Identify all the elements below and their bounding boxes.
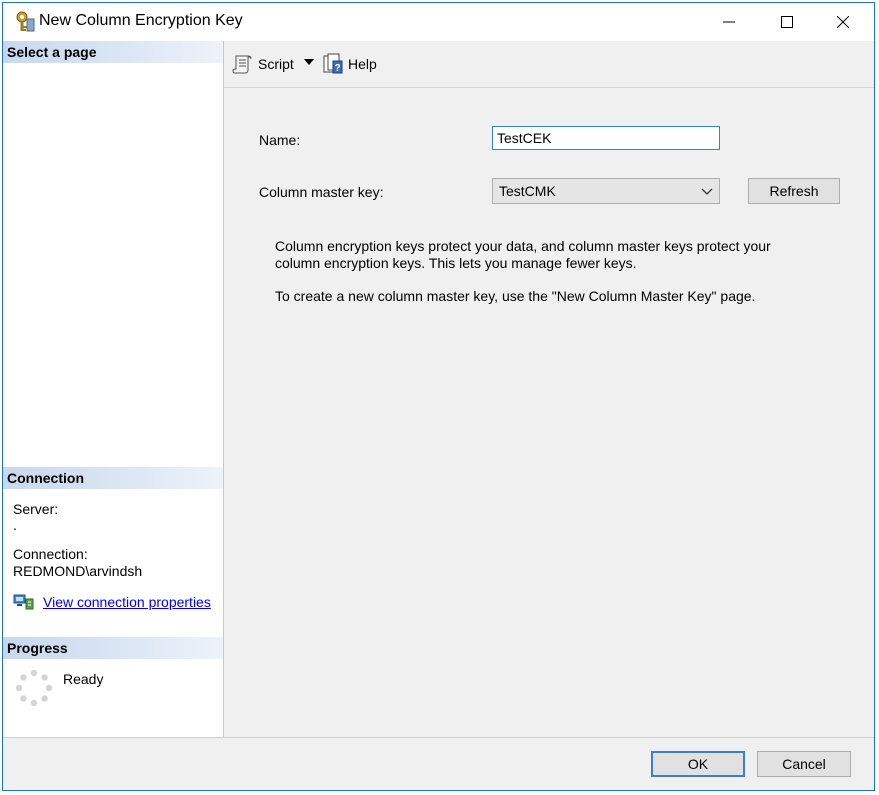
name-input[interactable]: [492, 126, 720, 150]
script-label: Script: [258, 56, 294, 72]
ok-button[interactable]: OK: [651, 751, 745, 777]
script-dropdown-button[interactable]: [304, 59, 314, 65]
description-text-1: Column encryption keys protect your data…: [275, 238, 771, 271]
close-icon: [837, 16, 849, 28]
help-icon: ?: [323, 53, 343, 74]
progress-header: Progress: [3, 637, 223, 659]
close-button[interactable]: [820, 3, 866, 41]
chevron-down-icon: [701, 188, 713, 195]
select-page-header: Select a page: [3, 41, 223, 63]
server-value: .: [13, 517, 17, 533]
main-content: Name: Column master key: TestCMK Refresh…: [224, 88, 874, 737]
description-text-2: To create a new column master key, use t…: [275, 288, 756, 304]
progress-spinner-icon: [15, 669, 53, 707]
column-master-key-select[interactable]: TestCMK: [492, 178, 720, 204]
toolbar: Script ? Help: [224, 41, 874, 88]
dialog-footer: OK Cancel: [3, 737, 874, 790]
progress-status: Ready: [63, 671, 104, 687]
left-pane: Select a page Connection Server: . Conne…: [3, 41, 224, 737]
help-label: Help: [348, 56, 377, 72]
window-title: New Column Encryption Key: [39, 12, 243, 29]
maximize-icon: [781, 16, 793, 28]
column-master-key-value: TestCMK: [499, 183, 556, 199]
server-label: Server:: [13, 501, 59, 517]
name-label: Name:: [259, 132, 301, 148]
minimize-icon: [723, 21, 735, 23]
dropdown-arrow-icon: [304, 59, 314, 65]
help-button[interactable]: ? Help: [322, 53, 377, 75]
cancel-button[interactable]: Cancel: [757, 751, 851, 777]
connection-properties-icon: [13, 594, 34, 610]
dialog-window: New Column Encryption Key Select a page …: [2, 2, 875, 791]
connection-header: Connection: [3, 467, 223, 489]
connection-value: REDMOND\arvindsh: [13, 563, 143, 579]
refresh-button[interactable]: Refresh: [748, 178, 840, 204]
minimize-button[interactable]: [706, 3, 752, 41]
script-icon: [232, 55, 252, 74]
script-button[interactable]: Script: [232, 53, 294, 75]
key-icon: [15, 11, 35, 33]
connection-label: Connection:: [13, 546, 88, 562]
svg-text:?: ?: [334, 63, 340, 74]
view-connection-link[interactable]: View connection properties: [43, 594, 211, 610]
title-bar[interactable]: New Column Encryption Key: [3, 3, 874, 41]
view-connection-properties[interactable]: View connection properties: [13, 593, 211, 611]
maximize-button[interactable]: [764, 3, 810, 41]
column-master-key-label: Column master key:: [259, 184, 384, 200]
